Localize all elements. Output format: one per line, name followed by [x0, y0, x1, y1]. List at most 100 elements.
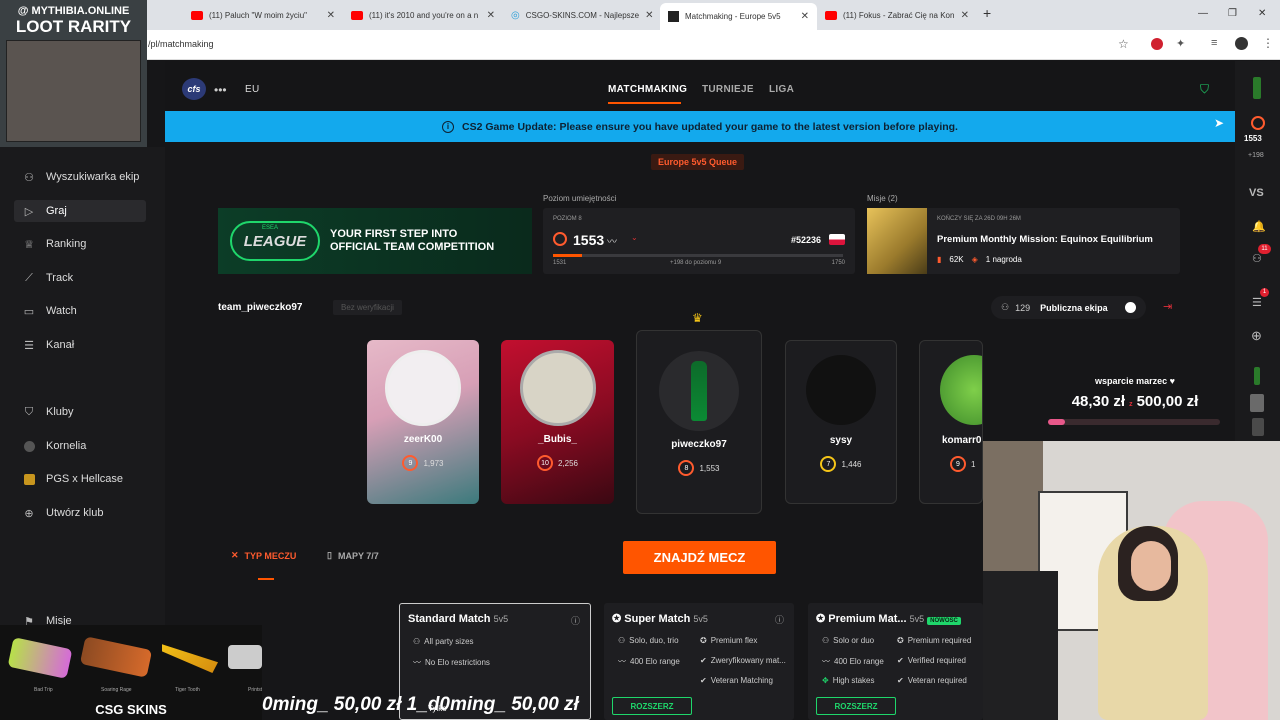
skill-level-icon[interactable] — [1251, 116, 1265, 130]
sidebar-item-create-club[interactable]: ⊕ Utwórz klub — [22, 502, 103, 524]
friend-avatar[interactable] — [1252, 418, 1264, 436]
player-card-self[interactable]: piweczko97 8 1,553 — [636, 330, 762, 514]
region-label[interactable]: EU — [245, 84, 260, 95]
mission-card[interactable]: KOŃCZY SIĘ ZA 26D 09H 26M Premium Monthl… — [867, 208, 1180, 274]
browser-tab[interactable]: (11) it's 2010 and you're on a n ✕ — [343, 4, 503, 26]
minimize-icon[interactable]: — — [1198, 8, 1208, 19]
sidebar-item-feed[interactable]: ☰ Kanał — [22, 334, 74, 356]
close-icon[interactable]: ✕ — [487, 10, 495, 21]
player-name: zeerK00 — [403, 434, 443, 445]
sidebar-item-pgs[interactable]: PGS x Hellcase — [22, 468, 123, 490]
skin-image — [162, 644, 218, 673]
feature-text: Solo, duo, trio — [629, 636, 679, 645]
esea-promo[interactable]: ESEA LEAGUE YOUR FIRST STEP INTO OFFICIA… — [218, 208, 532, 274]
browser-tab[interactable]: ◎ CSGO-SKINS.COM - Najlepsze ✕ — [503, 4, 660, 26]
sidebar-item-clubs[interactable]: ⛉ Kluby — [22, 401, 74, 423]
public-label: Publiczna ekipa — [1040, 302, 1108, 313]
sidebar-item-ranking[interactable]: ♕ Ranking — [22, 233, 86, 255]
star-icon[interactable]: ☆ — [1118, 37, 1129, 51]
menu-icon[interactable]: ⋮ — [1262, 36, 1274, 50]
veteran-icon: ✔ — [897, 676, 904, 685]
sidebar-item-kornelia[interactable]: Kornelia — [22, 435, 86, 457]
missions-heading: Misje (2) — [867, 194, 898, 203]
close-icon[interactable]: ✕ — [645, 10, 653, 21]
player-card[interactable]: sysy 7 1,446 — [785, 340, 897, 504]
sidebar-item-label: Graj — [46, 205, 67, 217]
new-badge: NOWOŚĆ — [927, 617, 961, 625]
maximize-icon[interactable]: ❐ — [1228, 8, 1237, 19]
loot-screenshot — [6, 40, 141, 142]
youtube-icon — [191, 10, 203, 20]
mission-count: 62K — [949, 255, 964, 264]
close-icon[interactable]: ✕ — [961, 10, 969, 21]
sidebar-item-track[interactable]: ⟋ Track — [22, 267, 73, 289]
skill-card[interactable]: POZIOM 8 1553 〰 ⌄ #52236 1531 +198 do po… — [543, 208, 855, 274]
browser-tab[interactable]: (11) Fokus - Zabrać Cię na Kon ✕ — [817, 4, 977, 26]
level-badge: 7 — [820, 456, 837, 472]
browser-tab-active[interactable]: Matchmaking - Europe 5v5 ✕ — [660, 3, 817, 30]
faceit-logo[interactable]: cfs — [182, 78, 206, 100]
sidebar-item-watch[interactable]: ▭ Watch — [22, 300, 77, 322]
tab-match-type[interactable]: ✕ TYP MECZU — [231, 550, 296, 561]
shield-icon[interactable]: ⛉ — [1200, 82, 1209, 97]
nav-active-underline — [608, 102, 681, 104]
skin-image — [228, 645, 262, 669]
feature-text: Solo or duo — [833, 636, 875, 645]
player-avatar — [385, 350, 461, 426]
bell-icon[interactable]: 🔔 — [1252, 220, 1266, 233]
mode-title-text: Premium Mat... — [828, 613, 907, 625]
info-icon[interactable]: ⓘ — [775, 613, 784, 626]
profile-avatar[interactable] — [1235, 37, 1248, 50]
public-team-toggle[interactable]: ⚇ 129 Publiczna ekipa — [991, 296, 1146, 319]
level-badge: 9 — [950, 456, 966, 472]
puzzle-icon[interactable]: ✦ — [1176, 37, 1185, 50]
player-avatar — [940, 355, 982, 425]
close-icon[interactable]: ✕ — [801, 11, 809, 22]
leave-party-icon[interactable]: ⇥ — [1163, 300, 1172, 313]
chevron-down-icon: ⌄ — [631, 233, 638, 242]
mission-title: Premium Monthly Mission: Equinox Equilib… — [937, 234, 1153, 245]
add-icon[interactable]: ⊕ — [1251, 328, 1262, 344]
party-icon[interactable]: ☰ — [1252, 296, 1262, 309]
feature-text: High stakes — [832, 676, 875, 685]
party-icon: ⚇ — [822, 636, 830, 645]
player-card[interactable]: zeerK00 9 1,973 — [367, 340, 479, 504]
donation-amounts: 48,30 zł z 500,00 zł — [1040, 393, 1230, 410]
sidebar-item-label: Wyszukiwarka ekip — [46, 171, 140, 183]
sidebar-item-label: Utwórz klub — [46, 507, 104, 519]
nav-matchmaking[interactable]: MATCHMAKING — [608, 84, 687, 95]
tab-maps[interactable]: ▯ MAPY 7/7 — [327, 550, 379, 561]
bottle-icon[interactable] — [1253, 77, 1261, 99]
sidebar-item-play[interactable]: ▷ Graj — [14, 200, 146, 222]
close-icon[interactable]: ✕ — [327, 10, 335, 21]
friend-avatar[interactable] — [1254, 367, 1260, 385]
find-match-button[interactable]: ZNAJDŹ MECZ — [623, 541, 776, 574]
player-card[interactable]: _Bubis_ 10 2,256 — [501, 340, 614, 504]
versus-label[interactable]: VS — [1249, 187, 1264, 199]
poland-flag-icon — [829, 234, 845, 245]
new-tab-icon[interactable]: + — [983, 5, 991, 21]
info-icon[interactable]: ⓘ — [571, 614, 580, 627]
star-icon: ✪ — [612, 613, 622, 625]
skill-level-label: POZIOM 8 — [553, 216, 582, 222]
nav-league[interactable]: LIGA — [769, 84, 794, 95]
sidebar-item-team-finder[interactable]: ⚇ Wyszukiwarka ekip — [22, 166, 139, 188]
feature-text: No Elo restrictions — [425, 658, 490, 667]
esea-badge: ESEA — [262, 225, 279, 231]
nav-tournaments[interactable]: TURNIEJE — [702, 84, 754, 95]
browser-tab[interactable]: (11) Paluch "W moim życiu" ✕ — [183, 4, 343, 26]
close-window-icon[interactable]: ✕ — [1258, 8, 1266, 19]
donation-current: 48,30 zł — [1071, 393, 1126, 410]
friends-icon[interactable]: ⚇ — [1252, 252, 1262, 265]
extension-icon[interactable] — [1151, 38, 1163, 50]
friend-avatar[interactable] — [1250, 394, 1264, 412]
media-icon[interactable]: ≡ — [1211, 37, 1217, 49]
address-bar[interactable]: /pl/matchmaking ☆ ✦ ≡ ⋮ — [0, 30, 1280, 60]
sidebar-item-label: Kanał — [46, 339, 75, 351]
player-elo: 8 1,553 — [678, 460, 720, 476]
members-count: 129 — [1015, 302, 1031, 313]
player-card[interactable]: komarr0 91 — [919, 340, 983, 504]
sidebar-item-label: Ranking — [46, 238, 87, 250]
more-icon[interactable]: ••• — [214, 83, 227, 97]
toggle-knob[interactable] — [1125, 302, 1136, 313]
